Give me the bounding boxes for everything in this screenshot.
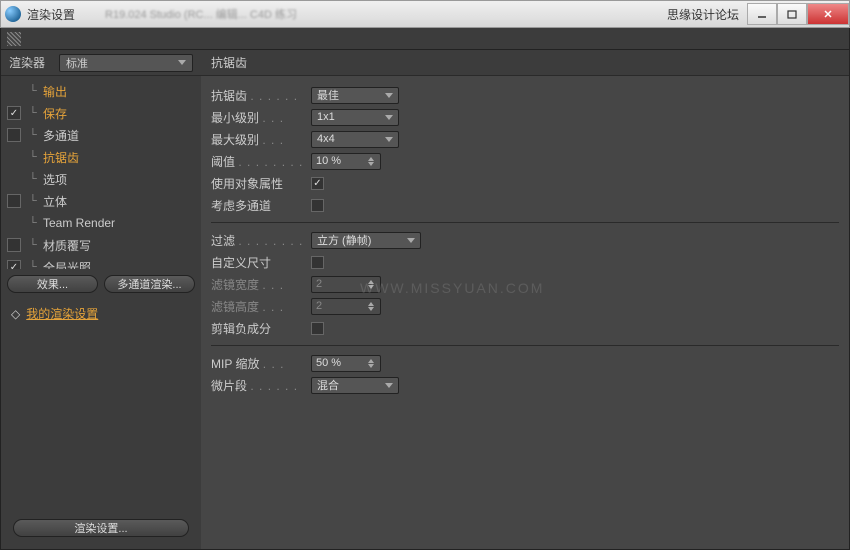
useobj-checkbox[interactable] [311, 177, 324, 190]
tree-branch-icon: └ [29, 261, 43, 269]
forum-label: 思缘设计论坛 [667, 6, 739, 23]
mip-label: MIP 缩放 [211, 357, 259, 371]
tree-item[interactable]: └抗锯齿 [1, 146, 201, 168]
tree-label: 保存 [43, 105, 67, 122]
neg-checkbox[interactable] [311, 322, 324, 335]
target-icon: ◇ [11, 307, 20, 321]
tree-item[interactable]: └立体 [1, 190, 201, 212]
chevron-down-icon [385, 115, 393, 120]
tree-branch-icon: └ [29, 107, 43, 119]
tree-label: 全局光照 [43, 259, 91, 270]
toolstrip [1, 28, 201, 50]
tree-branch-icon: └ [29, 151, 43, 163]
max-dropdown[interactable]: 4x4 [311, 131, 399, 148]
chevron-down-icon [385, 137, 393, 142]
app-icon [5, 6, 21, 22]
fh-spinner: 2 [311, 298, 381, 315]
renderer-row: 渲染器 标准 [1, 50, 201, 76]
presets-row[interactable]: ◇ 我的渲染设置 [1, 299, 201, 328]
threshold-label: 阈值 [211, 155, 235, 169]
chevron-down-icon [385, 93, 393, 98]
tree-label: 输出 [43, 83, 67, 100]
tree-item[interactable]: └多通道 [1, 124, 201, 146]
maximize-button[interactable] [777, 3, 807, 25]
micro-dropdown[interactable]: 混合 [311, 377, 399, 394]
tree-item[interactable]: └材质覆写 [1, 234, 201, 256]
tree-label: 材质覆写 [43, 237, 91, 254]
tree-checkbox[interactable] [7, 260, 21, 269]
consider-checkbox[interactable] [311, 199, 324, 212]
multipass-button[interactable]: 多通道渲染... [104, 275, 195, 293]
tree-checkbox[interactable] [7, 238, 21, 252]
main-panel: 渲染器 标准 └输出└保存└多通道└抗锯齿└选项└立体└Team Render└… [0, 28, 850, 550]
close-button[interactable] [807, 3, 849, 25]
tree-item[interactable]: └选项 [1, 168, 201, 190]
renderer-value: 标准 [66, 55, 88, 71]
section-header: 抗锯齿 [201, 50, 849, 76]
consider-label: 考虑多通道 [211, 199, 271, 213]
neg-label: 剪辑负成分 [211, 322, 271, 336]
chevron-down-icon [407, 238, 415, 243]
tree-item[interactable]: └Team Render [1, 212, 201, 234]
content-pane: 抗锯齿 抗锯齿 . . . . . . 最佳 最小级别 . . . 1x1 最大… [201, 28, 849, 549]
tree-label: 选项 [43, 171, 67, 188]
fw-label: 滤镜宽度 [211, 278, 259, 292]
mip-spinner[interactable]: 50 % [311, 355, 381, 372]
blurred-title: R19.024 Studio (RC... 编辑... C4D 练习 [105, 6, 297, 22]
min-label: 最小级别 [211, 111, 259, 125]
aa-label: 抗锯齿 [211, 89, 247, 103]
tree-checkbox[interactable] [7, 128, 21, 142]
tree-branch-icon: └ [29, 217, 43, 229]
window-title: 渲染设置 [27, 6, 75, 23]
threshold-spinner[interactable]: 10 % [311, 153, 381, 170]
presets-label: 我的渲染设置 [26, 305, 98, 322]
chevron-down-icon [178, 60, 186, 65]
max-label: 最大级别 [211, 133, 259, 147]
fh-label: 滤镜高度 [211, 300, 259, 314]
tree-label: Team Render [43, 216, 115, 230]
custom-checkbox[interactable] [311, 256, 324, 269]
tree-label: 多通道 [43, 127, 79, 144]
effects-button[interactable]: 效果... [7, 275, 98, 293]
tree-branch-icon: └ [29, 85, 43, 97]
micro-label: 微片段 [211, 379, 247, 393]
tree-item[interactable]: └输出 [1, 80, 201, 102]
titlebar: 渲染设置 R19.024 Studio (RC... 编辑... C4D 练习 … [0, 0, 850, 28]
filter-dropdown[interactable]: 立方 (静帧) [311, 232, 421, 249]
tree-item[interactable]: └保存 [1, 102, 201, 124]
tree-checkbox[interactable] [7, 194, 21, 208]
min-dropdown[interactable]: 1x1 [311, 109, 399, 126]
renderer-dropdown[interactable]: 标准 [59, 54, 193, 72]
filter-label: 过滤 [211, 234, 235, 248]
aa-dropdown[interactable]: 最佳 [311, 87, 399, 104]
render-settings-button[interactable]: 渲染设置... [13, 519, 189, 537]
tree-label: 抗锯齿 [43, 149, 79, 166]
useobj-label: 使用对象属性 [211, 177, 283, 191]
renderer-label: 渲染器 [9, 54, 59, 71]
tree-item[interactable]: └全局光照 [1, 256, 201, 269]
tree-branch-icon: └ [29, 239, 43, 251]
fw-spinner: 2 [311, 276, 381, 293]
settings-tree: └输出└保存└多通道└抗锯齿└选项└立体└Team Render└材质覆写└全局… [1, 76, 201, 269]
tree-branch-icon: └ [29, 195, 43, 207]
minimize-button[interactable] [747, 3, 777, 25]
chevron-down-icon [385, 383, 393, 388]
tree-checkbox[interactable] [7, 106, 21, 120]
custom-label: 自定义尺寸 [211, 256, 271, 270]
tree-branch-icon: └ [29, 173, 43, 185]
grid-icon[interactable] [7, 32, 21, 46]
tree-branch-icon: └ [29, 129, 43, 141]
tree-label: 立体 [43, 193, 67, 210]
sidebar: 渲染器 标准 └输出└保存└多通道└抗锯齿└选项└立体└Team Render└… [1, 28, 201, 549]
